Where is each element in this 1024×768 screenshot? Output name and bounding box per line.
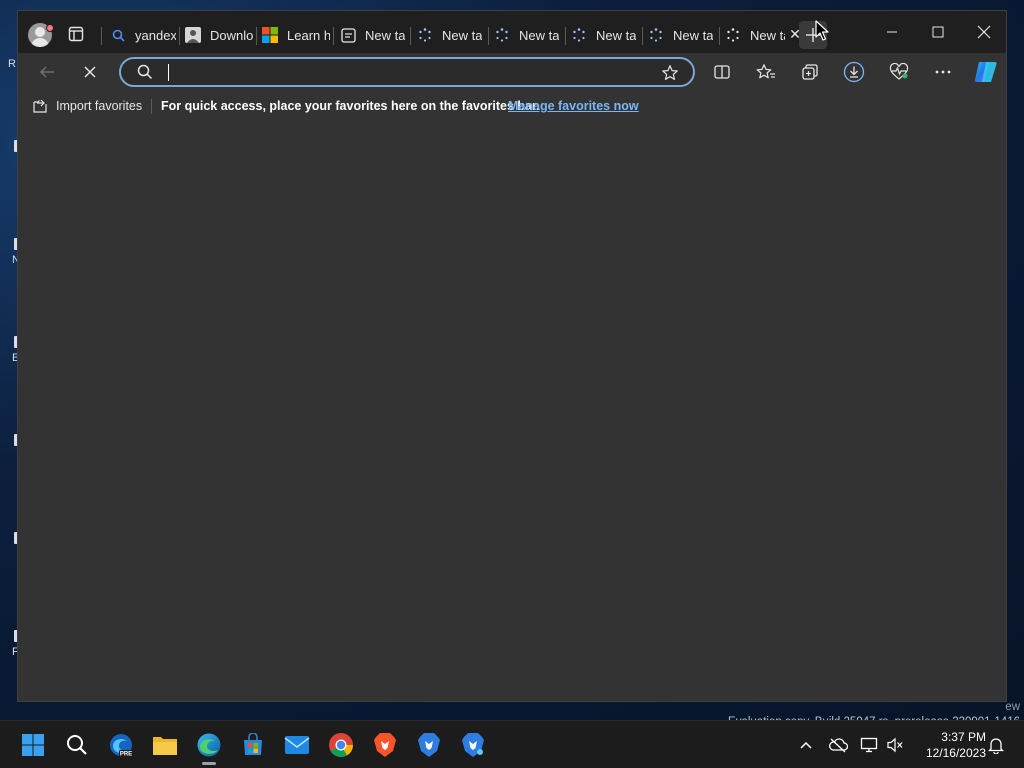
collections-icon[interactable]	[798, 60, 822, 84]
tab-title: New ta	[673, 27, 714, 43]
microsoft-store-icon[interactable]	[238, 730, 268, 760]
maximize-button[interactable]	[918, 19, 958, 45]
more-options-icon[interactable]	[931, 60, 955, 84]
onedrive-icon[interactable]	[828, 735, 848, 755]
import-favorites-label: Import favorites	[56, 99, 143, 113]
tab-new-5[interactable]: New ta	[648, 24, 715, 46]
address-input[interactable]	[167, 63, 647, 81]
tab-title: Downlo	[210, 27, 254, 43]
brave-nightly-icon[interactable]	[458, 730, 488, 760]
volume-muted-icon[interactable]	[885, 735, 905, 755]
mouse-cursor-icon	[815, 20, 829, 47]
minimize-button[interactable]	[872, 19, 912, 45]
desktop-icon-label: R	[8, 58, 16, 70]
search-icon[interactable]	[62, 730, 92, 760]
search-icon	[110, 27, 126, 43]
tab-title: New ta	[442, 27, 483, 43]
brave-icon[interactable]	[370, 730, 400, 760]
tab-actions-icon[interactable]	[68, 26, 84, 42]
chrome-icon[interactable]	[326, 730, 356, 760]
search-icon	[137, 64, 153, 85]
tab-yandex[interactable]: yandex	[110, 24, 176, 46]
browser-window: yandex Downlo Learn h New ta New ta New …	[17, 10, 1007, 702]
import-favorites-button[interactable]: Import favorites	[32, 98, 142, 114]
taskbar: PRE 3:37 PM 12/16/2023	[0, 720, 1024, 768]
network-icon[interactable]	[859, 735, 879, 755]
tab-title: Learn h	[287, 27, 330, 43]
text-caret	[168, 64, 169, 81]
close-window-button[interactable]	[964, 19, 1004, 45]
loading-spinner-icon	[648, 27, 664, 43]
tab-title: New ta	[365, 27, 406, 43]
edge-icon[interactable]	[194, 730, 224, 765]
downloads-icon[interactable]	[842, 60, 866, 84]
loading-spinner-icon	[571, 27, 587, 43]
brave-beta-icon[interactable]	[414, 730, 444, 760]
file-explorer-icon[interactable]	[150, 730, 180, 760]
browser-essentials-icon[interactable]	[887, 60, 911, 84]
svg-text:PRE: PRE	[120, 752, 132, 758]
navigation-toolbar	[18, 53, 1006, 91]
copilot-icon[interactable]	[973, 59, 999, 85]
notification-dot	[46, 24, 54, 32]
tab-title: New ta	[519, 27, 560, 43]
tab-title: New ta	[596, 27, 637, 43]
start-icon[interactable]	[18, 730, 48, 760]
notifications-bell-icon[interactable]	[986, 735, 1006, 755]
clock-date: 12/16/2023	[925, 746, 986, 760]
tab-new-active[interactable]: New ta	[725, 24, 785, 46]
tab-strip: yandex Downlo Learn h New ta New ta New …	[18, 11, 1006, 53]
stop-loading-button[interactable]	[78, 60, 102, 84]
split-screen-icon[interactable]	[710, 60, 734, 84]
show-hidden-icons-chevron-icon[interactable]	[796, 735, 816, 755]
edge-beta-icon[interactable]: PRE	[106, 730, 136, 760]
tab-title: New ta	[750, 27, 785, 43]
loading-spinner-icon	[417, 27, 433, 43]
tab-title: yandex	[135, 27, 176, 43]
loading-spinner-icon	[725, 27, 741, 43]
mail-icon[interactable]	[282, 730, 312, 760]
address-bar[interactable]	[119, 57, 695, 87]
tab-learn[interactable]: Learn h	[262, 24, 330, 46]
tab-new-4[interactable]: New ta	[571, 24, 638, 46]
back-button[interactable]	[35, 60, 59, 84]
microsoft-logo-icon	[262, 27, 278, 43]
add-favorite-star-icon[interactable]	[661, 64, 679, 87]
taskbar-clock[interactable]: 3:37 PM 12/16/2023	[910, 729, 986, 761]
tab-new-2[interactable]: New ta	[417, 24, 484, 46]
tab-new-1[interactable]: New ta	[340, 24, 407, 46]
page-content-area[interactable]	[18, 121, 1006, 701]
loading-spinner-icon	[494, 27, 510, 43]
tab-download[interactable]: Downlo	[185, 24, 254, 46]
manage-favorites-link[interactable]: Manage favorites now	[508, 99, 639, 113]
newtab-page-icon	[340, 27, 356, 43]
profile-picture-icon	[185, 27, 201, 43]
watermark-line1: ew	[1005, 701, 1020, 713]
favorites-hint-text: For quick access, place your favorites h…	[161, 99, 540, 113]
clock-time: 3:37 PM	[941, 730, 986, 744]
favorites-divider	[151, 99, 152, 114]
import-favorites-icon	[33, 99, 47, 113]
favorites-bar: Import favorites For quick access, place…	[18, 91, 1006, 121]
favorites-icon[interactable]	[754, 60, 778, 84]
tab-new-3[interactable]: New ta	[494, 24, 561, 46]
